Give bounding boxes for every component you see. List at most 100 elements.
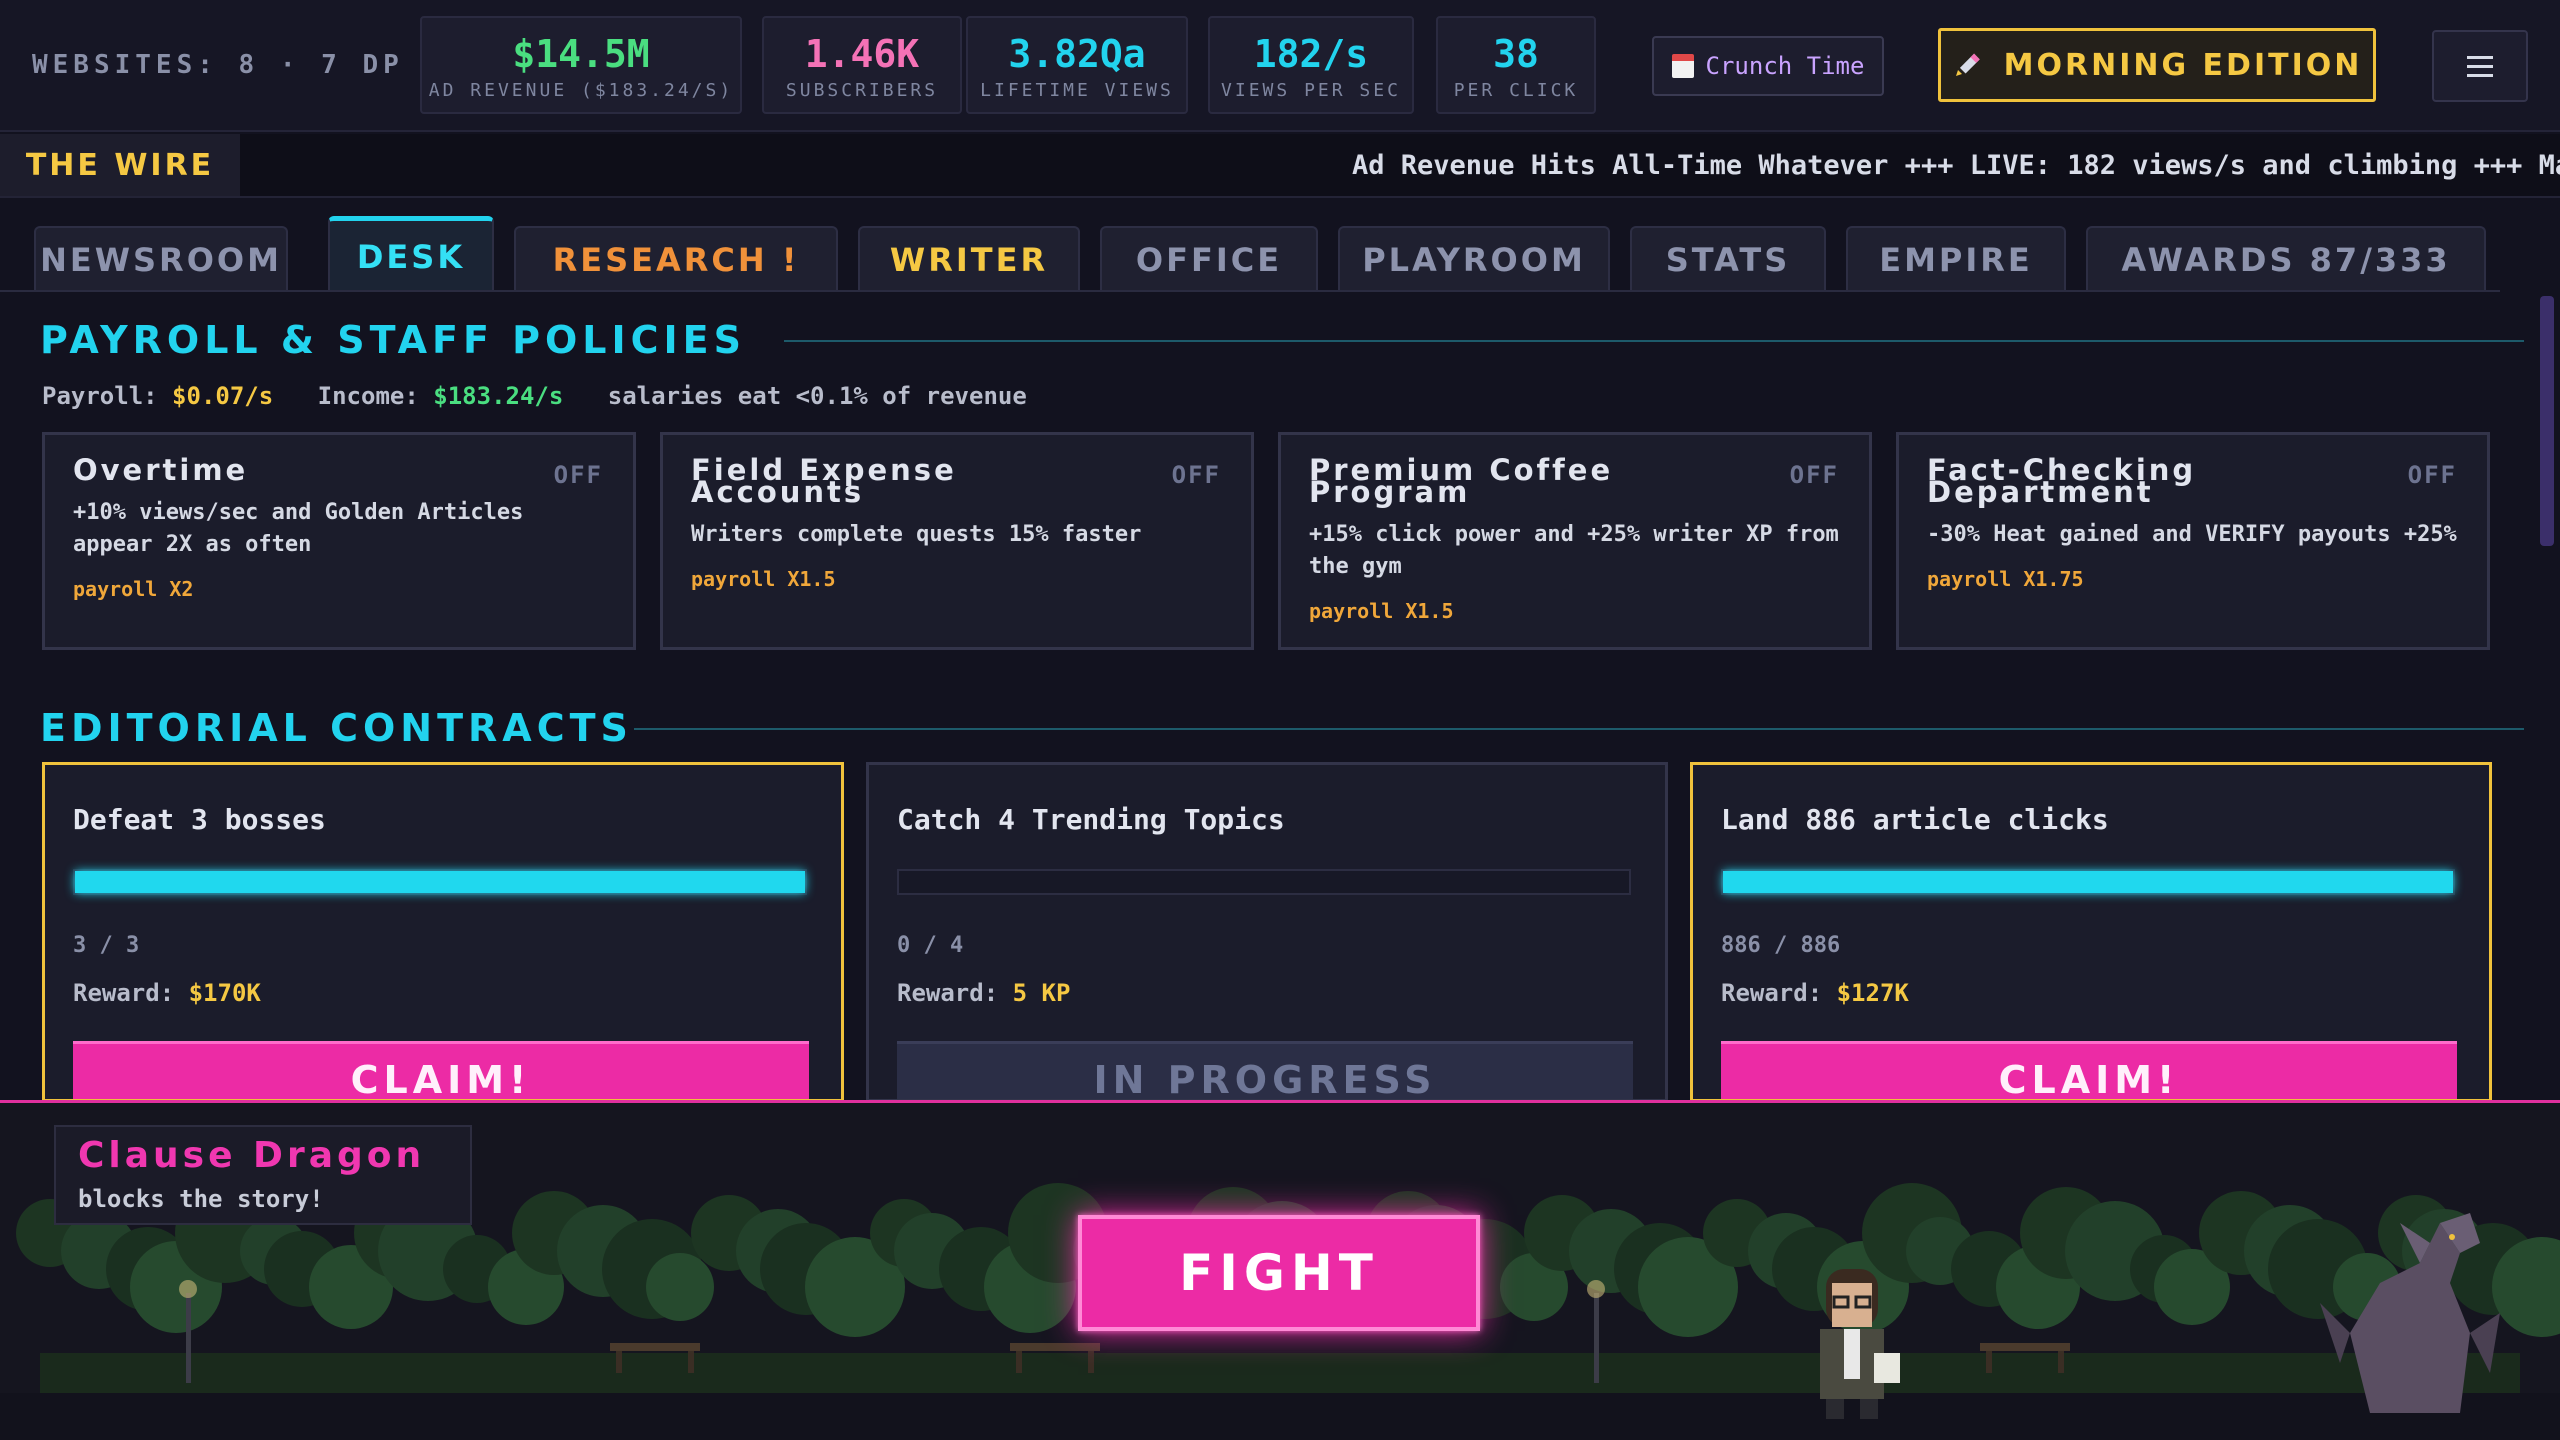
stat-lifetime-views: 3.82Qa LIFETIME VIEWS: [966, 16, 1188, 114]
stat-label: LIFETIME VIEWS: [980, 80, 1174, 101]
stat-ad-revenue: $14.5M AD REVENUE ($183.24/S): [420, 16, 742, 114]
reward-line: Reward: $127K: [1721, 979, 1909, 1007]
fight-button[interactable]: FIGHT: [1078, 1215, 1480, 1331]
contract-name: Catch 4 Trending Topics: [897, 803, 1285, 836]
menu-button[interactable]: [2432, 30, 2528, 102]
policy-cost: payroll X1.75: [1927, 567, 2084, 591]
policy-description: -30% Heat gained and VERIFY payouts +25%: [1927, 522, 2457, 547]
tab-stats[interactable]: STATS: [1630, 226, 1826, 292]
policy-description: +15% click power and +25% writer XP from…: [1309, 522, 1839, 579]
policy-cost: payroll X2: [73, 577, 194, 601]
policy-card-fact-checking[interactable]: Fact-Checking Department OFF -30% Heat g…: [1896, 432, 2490, 650]
claim-button[interactable]: CLAIM!: [73, 1041, 809, 1099]
payroll-value: $0.07/s: [172, 382, 274, 410]
crunch-time-label: Crunch Time: [1705, 52, 1865, 80]
tab-playroom[interactable]: PLAYROOM: [1338, 226, 1610, 292]
progress-bar: [1721, 869, 2455, 895]
boss-info: Clause Dragon blocks the story!: [54, 1125, 472, 1225]
progress-text: 886 / 886: [1721, 933, 1841, 958]
top-bar: WEBSITES: 8 · 7 DP $14.5M AD REVENUE ($1…: [0, 0, 2560, 132]
reward-label: Reward:: [897, 979, 999, 1007]
stat-label: PER CLICK: [1453, 80, 1579, 101]
contracts-section-title: EDITORIAL CONTRACTS: [40, 706, 633, 750]
stat-label: VIEWS PER SEC: [1221, 80, 1401, 101]
policy-name: Fact-Checking Department: [1927, 453, 2197, 509]
policy-card-field-expense[interactable]: Field Expense Accounts OFF Writers compl…: [660, 432, 1254, 650]
hamburger-icon: [2467, 55, 2493, 59]
policy-name: Premium Coffee Program: [1309, 453, 1614, 509]
section-divider: [784, 340, 2524, 342]
progress-bar: [897, 869, 1631, 895]
battle-scene: Clause Dragon blocks the story! FIGHT: [0, 1100, 2560, 1440]
progress-text: 3 / 3: [73, 933, 140, 958]
stat-per-click: 38 PER CLICK: [1436, 16, 1596, 114]
wire-label: THE WIRE: [0, 134, 240, 196]
policy-description: +10% views/sec and Golden Articles appea…: [73, 500, 524, 557]
reward-line: Reward: 5 KP: [897, 979, 1070, 1007]
payroll-label: Payroll:: [42, 382, 158, 410]
policy-cost: payroll X1.5: [1309, 599, 1454, 623]
stat-value: 1.46K: [804, 32, 920, 76]
contract-name: Defeat 3 bosses: [73, 803, 326, 836]
income-label: Income:: [317, 382, 419, 410]
policy-name: Field Expense Accounts: [691, 453, 957, 509]
policy-card-premium-coffee[interactable]: Premium Coffee Program OFF +15% click po…: [1278, 432, 1872, 650]
reward-label: Reward:: [73, 979, 175, 1007]
tab-writer[interactable]: WRITER: [858, 226, 1080, 292]
scrollbar[interactable]: [2540, 296, 2554, 546]
stat-value: 3.82Qa: [1008, 32, 1146, 76]
contract-card: Land 886 article clicks 886 / 886 Reward…: [1690, 762, 2492, 1102]
stat-subscribers: 1.46K SUBSCRIBERS: [762, 16, 962, 114]
boss-name: Clause Dragon: [78, 1135, 426, 1176]
policy-cost: payroll X1.5: [691, 567, 836, 591]
progress-bar: [73, 869, 807, 895]
tab-desk[interactable]: DESK: [328, 216, 494, 292]
morning-edition-button[interactable]: MORNING EDITION: [1938, 28, 2376, 102]
contract-card: Defeat 3 bosses 3 / 3 Reward: $170K CLAI…: [42, 762, 844, 1102]
payroll-note: salaries eat <0.1% of revenue: [607, 382, 1027, 410]
stat-views-per-sec: 182/s VIEWS PER SEC: [1208, 16, 1414, 114]
tab-newsroom[interactable]: NEWSROOM: [34, 226, 288, 292]
tab-research[interactable]: RESEARCH !: [514, 226, 838, 292]
policy-toggle-state[interactable]: OFF: [554, 461, 603, 489]
policy-toggle-state[interactable]: OFF: [2408, 461, 2457, 489]
payroll-summary: Payroll: $0.07/s Income: $183.24/s salar…: [42, 382, 1027, 410]
tab-awards[interactable]: AWARDS 87/333: [2086, 226, 2486, 292]
payroll-section-title: PAYROLL & STAFF POLICIES: [40, 318, 746, 362]
reward-label: Reward:: [1721, 979, 1823, 1007]
reward-line: Reward: $170K: [73, 979, 261, 1007]
progress-text: 0 / 4: [897, 933, 964, 958]
policy-toggle-state[interactable]: OFF: [1172, 461, 1221, 489]
pencil-icon: [1955, 53, 1980, 76]
policy-toggle-state[interactable]: OFF: [1790, 461, 1839, 489]
policy-name: Overtime: [73, 453, 249, 487]
stat-value: 38: [1493, 32, 1539, 76]
tab-divider: [0, 290, 2500, 292]
policy-card-overtime[interactable]: Overtime OFF +10% views/sec and Golden A…: [42, 432, 636, 650]
reward-value: 5 KP: [1012, 979, 1071, 1007]
stat-value: $14.5M: [512, 32, 650, 76]
calendar-icon: [1671, 54, 1694, 78]
contract-card: Catch 4 Trending Topics 0 / 4 Reward: 5 …: [866, 762, 1668, 1102]
stat-value: 182/s: [1253, 32, 1369, 76]
section-divider: [634, 728, 2524, 730]
news-wire: THE WIRE Ad Revenue Hits All-Time Whatev…: [0, 134, 2560, 198]
claim-button[interactable]: CLAIM!: [1721, 1041, 2457, 1099]
in-progress-button: IN PROGRESS: [897, 1041, 1633, 1099]
contract-name: Land 886 article clicks: [1721, 803, 2109, 836]
progress-fill: [1723, 871, 2453, 893]
morning-edition-label: MORNING EDITION: [2003, 47, 2363, 83]
websites-counter: WEBSITES: 8 · 7 DP: [32, 50, 404, 80]
boss-subtitle: blocks the story!: [78, 1185, 324, 1213]
tab-office[interactable]: OFFICE: [1100, 226, 1318, 292]
reward-value: $127K: [1836, 979, 1909, 1007]
crunch-time-button[interactable]: Crunch Time: [1652, 36, 1884, 96]
reward-value: $170K: [188, 979, 261, 1007]
tab-empire[interactable]: EMPIRE: [1846, 226, 2066, 292]
main-tabs: NEWSROOM DESK RESEARCH ! WRITER OFFICE P…: [0, 214, 2560, 292]
stat-label: SUBSCRIBERS: [785, 80, 939, 101]
wire-ticker: Ad Revenue Hits All-Time Whatever +++ LI…: [1352, 150, 2560, 181]
stat-label: AD REVENUE ($183.24/S): [428, 80, 734, 101]
progress-fill: [75, 871, 805, 893]
policy-description: Writers complete quests 15% faster: [691, 522, 1142, 547]
